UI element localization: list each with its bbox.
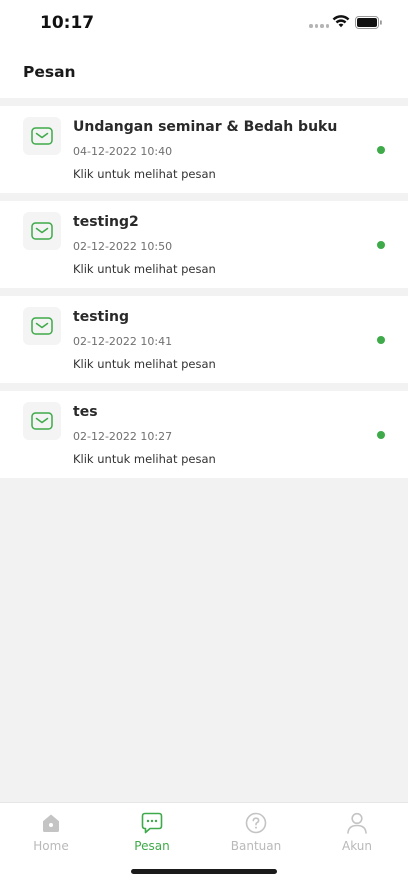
message-title: Undangan seminar & Bedah buku — [73, 119, 338, 135]
message-hint: Klik untuk melihat pesan — [73, 167, 216, 181]
envelope-icon — [23, 212, 61, 250]
unread-indicator — [377, 431, 385, 439]
unread-indicator — [377, 241, 385, 249]
help-icon — [245, 811, 267, 835]
message-date: 02-12-2022 10:41 — [73, 335, 173, 348]
home-indicator[interactable] — [131, 869, 277, 874]
message-hint: Klik untuk melihat pesan — [73, 262, 216, 276]
user-icon — [346, 811, 368, 835]
tab-pesan[interactable]: Pesan — [101, 803, 203, 863]
tab-home[interactable]: Home — [0, 803, 102, 863]
unread-indicator — [377, 336, 385, 344]
message-item[interactable]: testing 02-12-2022 10:41 Klik untuk meli… — [0, 296, 408, 383]
tab-akun-label: Akun — [342, 839, 372, 853]
message-hint: Klik untuk melihat pesan — [73, 357, 216, 371]
battery-icon — [355, 16, 382, 29]
unread-indicator — [377, 146, 385, 154]
message-date: 02-12-2022 10:27 — [73, 430, 173, 443]
tab-pesan-label: Pesan — [134, 839, 170, 853]
message-title: tes — [73, 404, 98, 420]
message-date: 02-12-2022 10:50 — [73, 240, 173, 253]
message-title: testing — [73, 309, 129, 325]
message-item[interactable]: testing2 02-12-2022 10:50 Klik untuk mel… — [0, 201, 408, 288]
message-title: testing2 — [73, 214, 139, 230]
message-hint: Klik untuk melihat pesan — [73, 452, 216, 466]
home-icon — [40, 811, 62, 835]
tab-akun[interactable]: Akun — [306, 803, 408, 863]
page-title: Pesan — [23, 63, 76, 81]
tab-bantuan[interactable]: Bantuan — [205, 803, 307, 863]
envelope-icon — [23, 307, 61, 345]
message-list: Undangan seminar & Bedah buku 04-12-2022… — [0, 106, 408, 486]
cellular-signal-icon — [309, 24, 329, 28]
message-date: 04-12-2022 10:40 — [73, 145, 173, 158]
tab-home-label: Home — [33, 839, 69, 853]
message-item[interactable]: tes 02-12-2022 10:27 Klik untuk melihat … — [0, 391, 408, 478]
chat-icon — [141, 811, 163, 835]
tab-bantuan-label: Bantuan — [230, 839, 282, 853]
envelope-icon — [23, 402, 61, 440]
page-header: Pesan — [0, 46, 408, 98]
wifi-icon — [332, 15, 350, 28]
status-bar: 10:17 — [0, 0, 408, 46]
status-time: 10:17 — [40, 13, 95, 33]
envelope-icon — [23, 117, 61, 155]
message-item[interactable]: Undangan seminar & Bedah buku 04-12-2022… — [0, 106, 408, 193]
